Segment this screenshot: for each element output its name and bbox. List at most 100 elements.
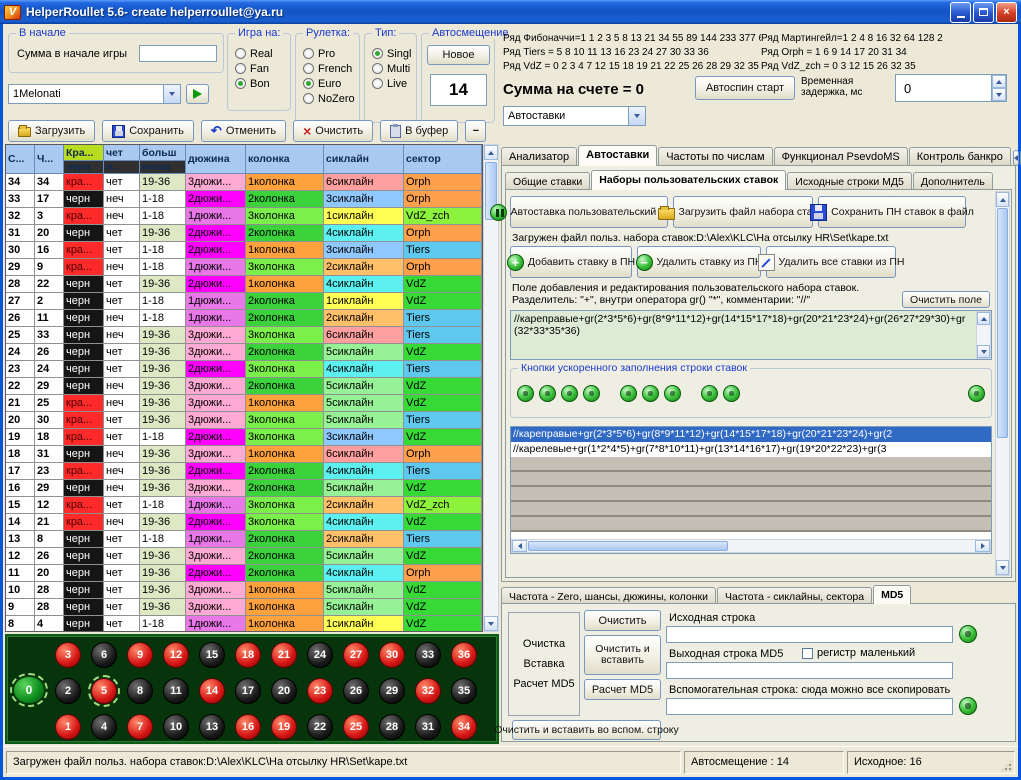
tab-analyzer-1[interactable]: Автоставки [578, 145, 657, 166]
board-number[interactable]: 11 [163, 678, 189, 704]
board-number[interactable]: 25 [343, 714, 369, 740]
maximize-button[interactable] [973, 2, 994, 23]
board-number[interactable]: 4 [91, 714, 117, 740]
clear-button[interactable]: Очистить [293, 120, 373, 142]
quick-fill-button-4[interactable] [583, 385, 600, 402]
list-item[interactable]: //карелевые+gr(1*2*4*5)+gr(7*8*10*11)+gr… [511, 442, 991, 457]
board-number[interactable]: 20 [271, 678, 297, 704]
scroll-left-button[interactable] [512, 540, 527, 552]
autostake-set-button[interactable]: Автоставка пользовательский набор [510, 196, 668, 228]
board-number[interactable]: 24 [307, 642, 333, 668]
board-number[interactable]: 30 [379, 642, 405, 668]
scroll-down-button[interactable] [484, 616, 498, 631]
list-h-scrollbar[interactable] [511, 539, 991, 553]
bet-edit-field[interactable]: //кареправые+gr(2*3*5*6)+gr(8*9*11*12)+g… [510, 310, 992, 360]
tab-set-1[interactable]: Наборы пользовательских ставок [591, 170, 786, 190]
quick-fill-button-8[interactable] [701, 385, 718, 402]
source-string-input[interactable] [666, 626, 953, 643]
scroll-thumb[interactable] [997, 208, 1008, 438]
clear-field-button[interactable]: Очистить поле [902, 291, 990, 308]
radio-option-2[interactable]: Euro [303, 76, 359, 91]
output-string-input[interactable] [666, 662, 953, 679]
chevron-down-icon[interactable] [163, 85, 180, 103]
new-autoshift-button[interactable]: Новое [427, 45, 490, 65]
md5-clear-button[interactable]: Очистить [584, 610, 661, 631]
quick-fill-button-2[interactable] [539, 385, 556, 402]
tab-set-0[interactable]: Общие ставки [505, 172, 590, 190]
tab-freq-1[interactable]: Частота - сиклайны, сектора [717, 587, 872, 604]
column-header[interactable]: н... [104, 161, 140, 174]
play-button[interactable] [186, 84, 209, 104]
scroll-right-button[interactable] [975, 540, 990, 552]
board-number[interactable]: 2 [55, 678, 81, 704]
spinner-down-button[interactable] [992, 88, 1006, 101]
radio-option-1[interactable]: Multi [372, 61, 416, 76]
tab-analyzer-4[interactable]: Контроль банкро [909, 147, 1011, 166]
column-header[interactable]: черн [64, 161, 104, 174]
board-number[interactable]: 7 [127, 714, 153, 740]
minimize-button[interactable] [950, 2, 971, 23]
close-button[interactable]: × [996, 2, 1017, 23]
edit-field-scrollbar[interactable] [976, 311, 991, 359]
collapse-button[interactable]: − [465, 120, 486, 142]
profile-combo[interactable]: 1Melonati [8, 84, 181, 104]
board-number[interactable]: 22 [307, 714, 333, 740]
column-header[interactable]: колонка [246, 145, 324, 174]
quick-fill-button-9[interactable] [723, 385, 740, 402]
board-number[interactable]: 3 [55, 642, 81, 668]
board-number[interactable]: 6 [91, 642, 117, 668]
board-number[interactable]: 12 [163, 642, 189, 668]
aux-action-button[interactable] [959, 697, 977, 715]
radio-option-2[interactable]: Bon [235, 76, 290, 91]
scroll-down-button[interactable] [996, 560, 1009, 575]
scroll-up-button[interactable] [996, 192, 1009, 207]
board-number[interactable]: 34 [451, 714, 477, 740]
autospin-start-button[interactable]: Автоспин старт [695, 76, 795, 100]
scroll-thumb[interactable] [528, 541, 728, 551]
board-number[interactable]: 28 [379, 714, 405, 740]
load-button[interactable]: Загрузить [8, 120, 95, 142]
source-action-button[interactable] [959, 625, 977, 643]
board-number[interactable]: 18 [235, 642, 261, 668]
tab-analyzer-3[interactable]: Функционал PsevdoMS [774, 147, 908, 166]
chevron-down-icon[interactable] [628, 107, 645, 125]
autostakes-combo[interactable]: Автоставки [503, 106, 646, 126]
bet-set-list[interactable]: //кареправые+gr(2*3*5*6)+gr(8*9*11*12)+g… [510, 426, 992, 554]
tab-scroll-left-button[interactable] [1013, 150, 1019, 166]
board-number[interactable]: 13 [199, 714, 225, 740]
column-header[interactable]: менш [140, 161, 186, 174]
board-number[interactable]: 27 [343, 642, 369, 668]
tab-analyzer-2[interactable]: Частоты по числам [658, 147, 772, 166]
md5-clear-paste-button[interactable]: Очистить и вставить [584, 635, 661, 675]
to-buffer-button[interactable]: В буфер [380, 120, 458, 142]
radio-option-0[interactable]: Pro [303, 46, 359, 61]
board-number[interactable]: 21 [271, 642, 297, 668]
board-number[interactable]: 5 [91, 678, 117, 704]
board-number[interactable]: 36 [451, 642, 477, 668]
radio-option-1[interactable]: Fan [235, 61, 290, 76]
board-zero[interactable]: 0 [13, 676, 45, 704]
save-button[interactable]: Сохранить [102, 120, 194, 142]
delete-all-bets-button[interactable]: Удалить все ставки из ПН [766, 246, 896, 278]
radio-option-3[interactable]: NoZero [303, 91, 359, 106]
tab-set-3[interactable]: Дополнитель [913, 172, 993, 190]
tab-freq-2[interactable]: MD5 [873, 585, 911, 604]
quick-fill-button-6[interactable] [642, 385, 659, 402]
delete-bet-button[interactable]: Удалить ставку из ПН [637, 246, 761, 278]
board-number[interactable]: 31 [415, 714, 441, 740]
radio-option-0[interactable]: Real [235, 46, 290, 61]
column-header[interactable]: дюжина [186, 145, 246, 174]
spinner-up-button[interactable] [992, 75, 1006, 88]
column-header[interactable]: Ч... [35, 145, 64, 174]
scroll-up-button[interactable] [977, 312, 990, 325]
board-number[interactable]: 29 [379, 678, 405, 704]
board-number[interactable]: 26 [343, 678, 369, 704]
column-header[interactable]: С... [6, 145, 35, 174]
radio-option-0[interactable]: Singl [372, 46, 416, 61]
quick-fill-button-1[interactable] [517, 385, 534, 402]
board-number[interactable]: 14 [199, 678, 225, 704]
board-number[interactable]: 32 [415, 678, 441, 704]
panel-scrollbar[interactable] [995, 191, 1010, 576]
board-number[interactable]: 17 [235, 678, 261, 704]
board-number[interactable]: 19 [271, 714, 297, 740]
